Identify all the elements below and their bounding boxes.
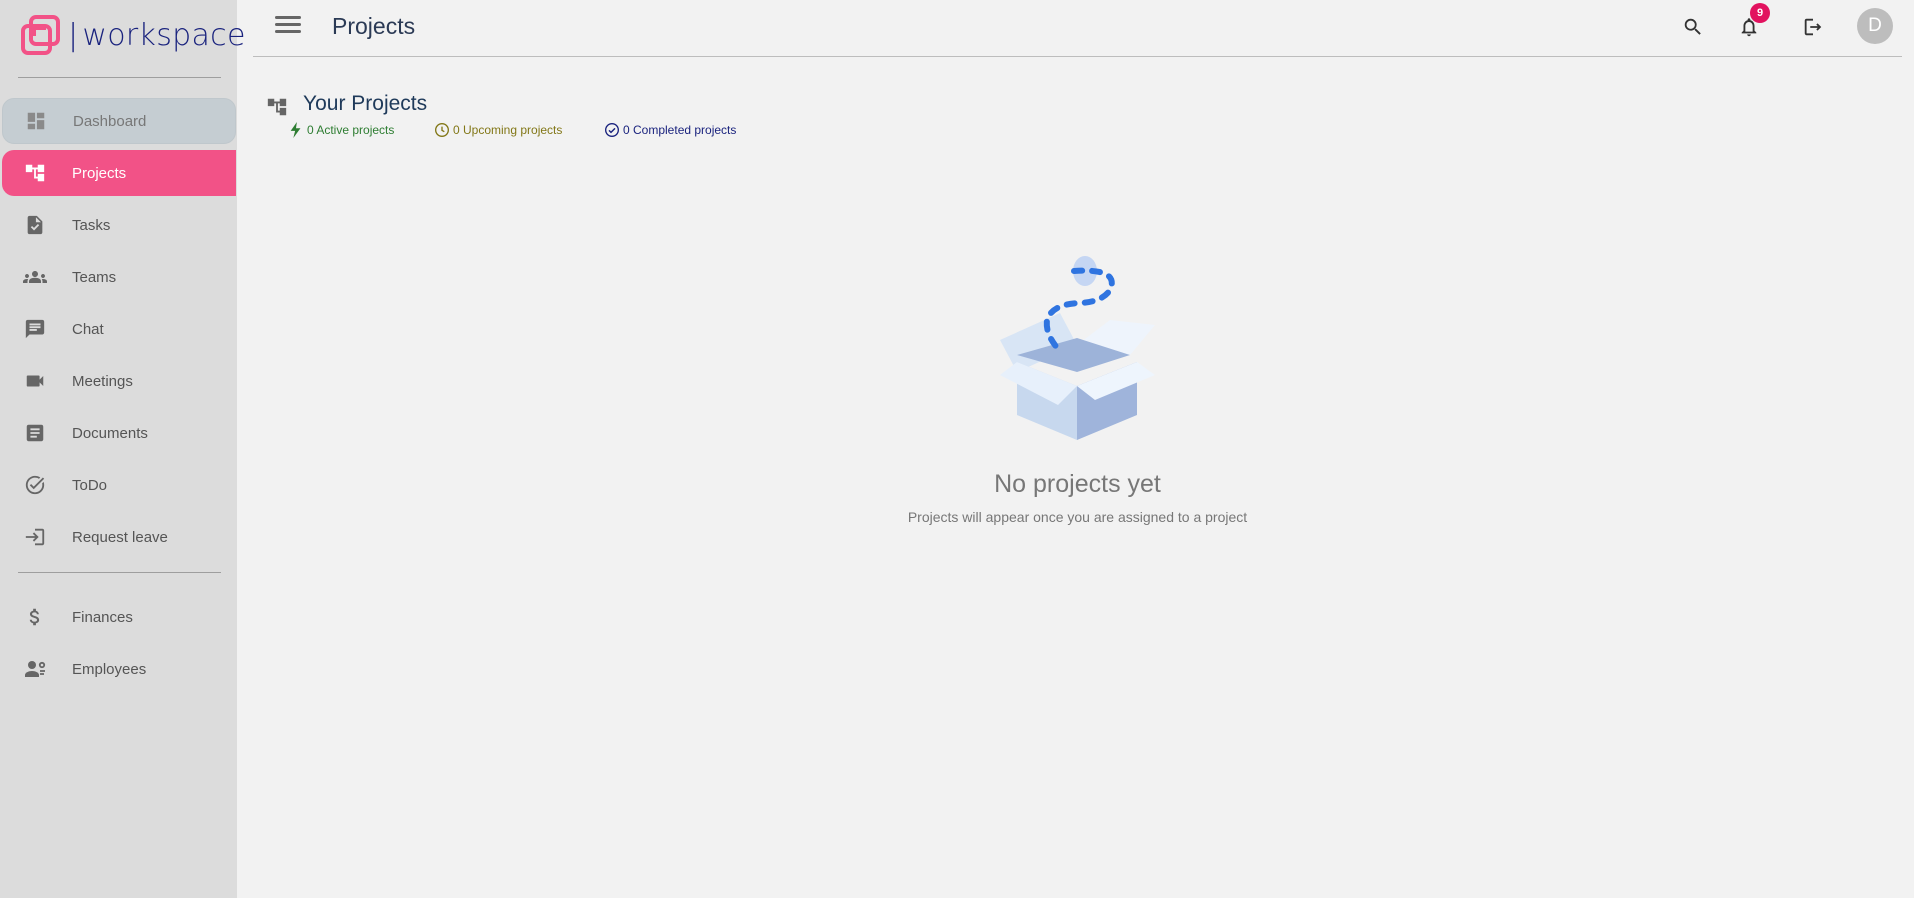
empty-state-title: No projects yet [994,470,1161,498]
dollar-icon [22,604,48,630]
sidebar-item-label: Request leave [72,528,168,546]
sidebar-item-request-leave[interactable]: Request leave [2,514,236,560]
empty-box-illustration [1000,256,1155,440]
lightning-icon [288,122,304,138]
groups-icon [22,264,48,290]
top-header: Projects [253,0,1902,57]
logo-icon [21,15,60,55]
page-title: Projects [332,13,416,39]
video-camera-icon [22,368,48,394]
sidebar-item-teams[interactable]: Teams [2,254,236,300]
sidebar: | workspace Dashboard Projects Tasks Team… [0,0,245,898]
sidebar-item-dashboard[interactable]: Dashboard [2,98,236,144]
projects-icon [22,160,48,186]
sidebar-divider [18,77,221,78]
brand-logo[interactable]: | workspace [20,14,246,56]
chat-icon [22,316,48,342]
search-icon [1684,18,1701,35]
search-button[interactable] [1678,12,1708,42]
avatar[interactable]: D [1857,8,1893,44]
sidebar-item-projects[interactable]: Projects [2,150,236,196]
sidebar-item-label: Dashboard [73,112,147,130]
section-title: Your Projects [303,92,428,115]
employees-icon [22,656,48,682]
sidebar-item-label: Projects [72,164,127,182]
active-projects-stat: 0 Active projects [288,122,394,138]
logout-icon [1804,18,1822,36]
sidebar-item-label: Employees [72,660,147,678]
notification-badge: 9 [1750,3,1770,23]
sidebar-item-label: ToDo [72,476,108,494]
sidebar-item-label: Tasks [72,216,111,234]
document-icon [22,420,48,446]
sidebar-item-meetings[interactable]: Meetings [2,358,236,404]
completed-projects-label: 0 Completed projects [623,123,737,137]
sidebar-item-chat[interactable]: Chat [2,306,236,352]
completed-projects-stat: 0 Completed projects [604,122,736,138]
clock-icon [434,122,450,138]
check-circle-icon [604,122,620,138]
dashboard-icon [23,108,49,134]
sidebar-item-label: Finances [72,608,133,626]
logout-button[interactable] [1798,12,1828,42]
sidebar-item-employees[interactable]: Employees [2,646,236,692]
sidebar-item-label: Documents [72,424,148,442]
sidebar-divider [18,572,221,573]
sidebar-item-todo[interactable]: ToDo [2,462,236,508]
projects-icon [267,98,287,116]
upcoming-projects-label: 0 Upcoming projects [453,123,563,137]
empty-state-subtitle: Projects will appear once you are assign… [907,509,1248,525]
sidebar-item-label: Teams [72,268,117,286]
menu-icon [275,16,301,19]
upcoming-projects-stat: 0 Upcoming projects [434,122,562,138]
check-circle-icon [22,472,48,498]
sidebar-item-finances[interactable]: Finances [2,594,236,640]
sidebar-item-documents[interactable]: Documents [2,410,236,456]
active-projects-label: 0 Active projects [307,123,395,137]
menu-button[interactable] [273,13,303,37]
task-file-icon [22,212,48,238]
sidebar-item-label: Chat [72,320,104,338]
brand-name: workspace [82,17,246,53]
sidebar-item-label: Meetings [72,372,133,390]
login-icon [22,524,48,550]
sidebar-item-tasks[interactable]: Tasks [2,202,236,248]
